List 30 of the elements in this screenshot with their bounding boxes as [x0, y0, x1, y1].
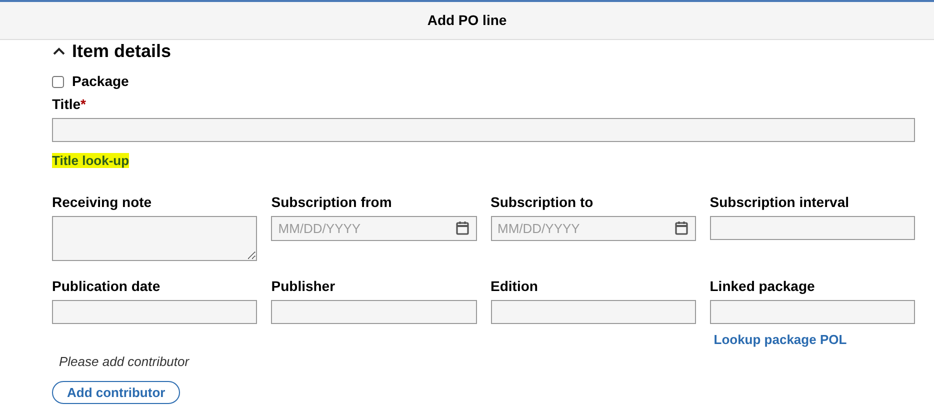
required-mark: *: [80, 96, 86, 112]
title-field[interactable]: [52, 118, 915, 142]
window-title: Add PO line: [427, 11, 507, 30]
field-label: Subscription from: [271, 193, 393, 211]
text-area[interactable]: [52, 216, 258, 261]
input-field[interactable]: [52, 300, 258, 324]
chevron-icon: [52, 46, 66, 56]
calendar-icon[interactable]: [456, 221, 468, 235]
title-lookup-link[interactable]: Title look-up: [52, 153, 130, 168]
empty-message: Please add contributor: [59, 353, 190, 371]
lookup-link[interactable]: Lookup package POL: [714, 330, 847, 350]
calendar-icon[interactable]: [674, 221, 688, 235]
field-label: Edition: [490, 277, 539, 295]
field-label: Receiving note: [52, 193, 153, 211]
checkbox-label: Package: [72, 72, 129, 91]
section-toggle[interactable]: Item details: [52, 38, 172, 64]
input-field[interactable]: [710, 216, 915, 240]
field-label: Publication date: [52, 277, 162, 295]
input-field[interactable]: [710, 300, 915, 324]
checkbox[interactable]: [52, 76, 64, 88]
field-label: Linked package: [710, 277, 816, 295]
field-label: Subscription interval: [710, 193, 850, 211]
date-field[interactable]: MM/DD/YYYY: [490, 216, 696, 241]
add-contributor-button[interactable]: Add contributor: [52, 380, 180, 404]
date-field[interactable]: MM/DD/YYYY: [271, 216, 476, 241]
field-label: Subscription to: [490, 193, 594, 211]
input-field[interactable]: [271, 300, 476, 324]
field-label: Publisher: [271, 277, 336, 295]
input-field[interactable]: [490, 300, 696, 324]
field-label: Title: [52, 96, 81, 112]
